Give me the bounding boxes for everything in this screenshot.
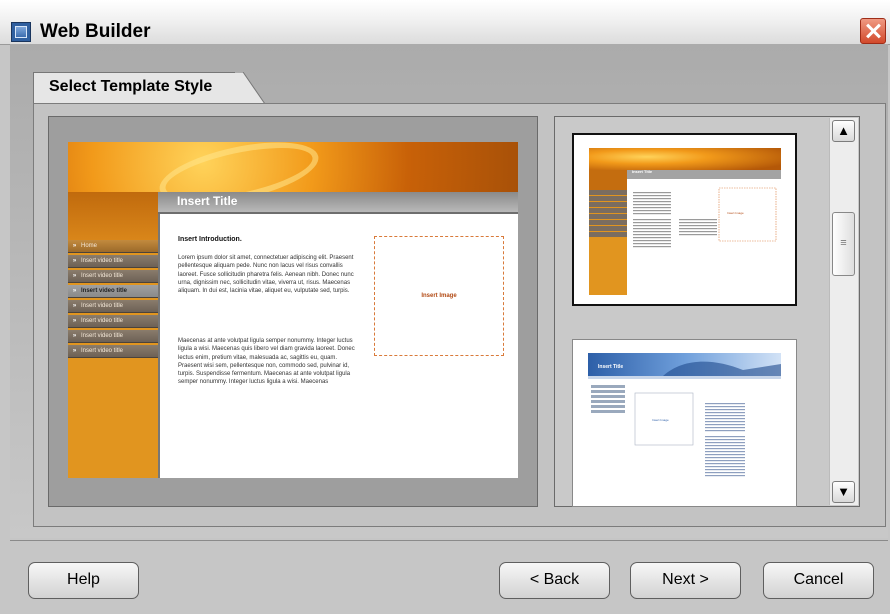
preview-nav-item: » Insert video title xyxy=(68,315,158,328)
preview-nav-item: » Insert video title xyxy=(68,285,158,298)
web-builder-icon xyxy=(11,22,31,42)
title-bar: Web Builder xyxy=(0,0,890,45)
preview-image-label: Insert Image xyxy=(421,293,457,299)
preview-sidebar: » Home » Insert video title » Insert video … xyxy=(68,192,158,478)
arrow-icon: » xyxy=(72,243,77,249)
arrow-icon: » xyxy=(72,318,77,324)
template-list-scrollbar[interactable] xyxy=(829,118,858,505)
arrow-icon: » xyxy=(72,348,77,354)
arrow-icon: » xyxy=(72,258,77,264)
arrow-icon: » xyxy=(72,273,77,279)
preview-title: Insert Title xyxy=(177,194,238,208)
arrow-icon: » xyxy=(72,288,77,294)
window-title: Web Builder xyxy=(40,21,151,42)
scroll-thumb[interactable]: ≡ xyxy=(832,212,855,276)
template-thumbnail[interactable] xyxy=(572,133,797,306)
thumbnail-title: Insert Title xyxy=(632,169,653,174)
next-button[interactable]: Next > xyxy=(630,562,741,599)
scroll-down-button[interactable]: ▼ xyxy=(832,481,855,503)
preview-body: Insert Introduction. Lorem ipsum dolor s… xyxy=(158,214,518,478)
thumbnail-title: Insert Title xyxy=(598,364,624,370)
chevron-up-icon: ▲ xyxy=(837,123,850,138)
tab-label: Select Template Style xyxy=(49,78,213,95)
tab-edge xyxy=(235,72,265,104)
preview-nav-item: » Insert video title xyxy=(68,345,158,358)
thumbnail-image-label: Insert Image xyxy=(727,211,744,215)
close-button[interactable] xyxy=(860,18,886,44)
preview-nav-item: » Insert video title xyxy=(68,330,158,343)
cancel-button[interactable]: Cancel xyxy=(763,562,874,599)
thumbnail-image-label: Insert Image xyxy=(652,418,669,422)
scroll-up-button[interactable]: ▲ xyxy=(832,120,855,142)
back-button[interactable]: < Back xyxy=(499,562,610,599)
preview-header-banner xyxy=(68,142,518,192)
preview-paragraph: Maecenas at ante volutpat ligula semper … xyxy=(178,338,355,386)
template-preview: » Home » Insert video title » Insert video … xyxy=(68,142,518,478)
preview-nav-item: » Home xyxy=(68,240,158,253)
chevron-down-icon: ▼ xyxy=(837,484,850,499)
preview-paragraph: Lorem ipsum dolor sit amet, connectetuer… xyxy=(178,255,354,295)
help-button[interactable]: Help xyxy=(28,562,139,599)
grip-icon: ≡ xyxy=(840,237,847,249)
preview-nav-item: » Insert video title xyxy=(68,300,158,313)
preview-nav-item: » Insert video title xyxy=(68,270,158,283)
preview-nav-item: » Insert video title xyxy=(68,255,158,268)
arrow-icon: » xyxy=(72,333,77,339)
arrow-icon: » xyxy=(72,303,77,309)
preview-image-placeholder: Insert Image xyxy=(374,236,504,356)
preview-title-bar: Insert Title xyxy=(158,192,518,214)
web-builder-window: Web Builder Select Template Style » Home … xyxy=(0,0,890,614)
preview-intro-heading: Insert Introduction. xyxy=(178,236,242,243)
